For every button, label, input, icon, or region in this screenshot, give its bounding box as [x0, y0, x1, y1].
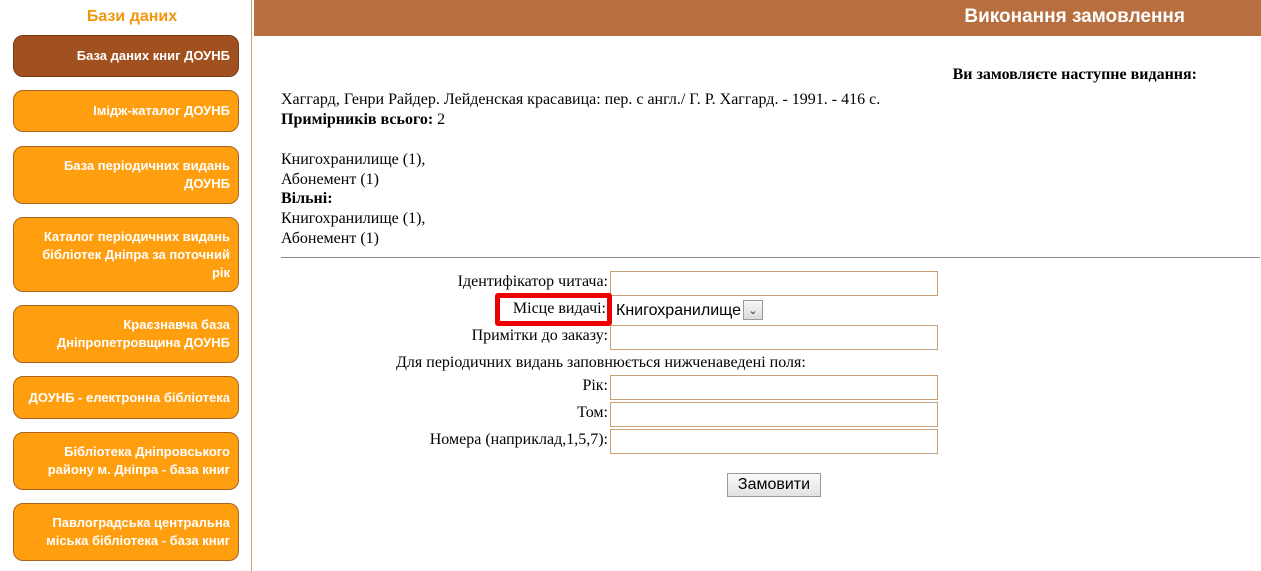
volume-label: Том: [577, 404, 608, 421]
sidebar-item-image-catalog[interactable]: Імідж-каталог ДОУНБ [13, 90, 239, 132]
pickup-select[interactable]: Книгохранилище ⌄ [610, 298, 764, 322]
sidebar-item-label: Бібліотека Дніпровського району м. Дніпр… [47, 444, 230, 477]
sidebar-item-label: База даних книг ДОУНБ [76, 48, 230, 63]
volume-input[interactable] [610, 402, 938, 427]
submit-order-button[interactable]: Замовити [727, 473, 821, 497]
numbers-input[interactable] [610, 429, 938, 454]
year-label: Рік: [582, 377, 608, 394]
sidebar-item-label: Краєзнавча база Дніпропетровщина ДОУНБ [56, 317, 230, 350]
divider [281, 257, 1260, 258]
sidebar-item-pavlohrad-library[interactable]: Павлоградська центральна міська бібліоте… [13, 503, 239, 561]
sidebar-title: Бази даних [86, 8, 178, 25]
sidebar-item-dniprovsky-library[interactable]: Бібліотека Дніпровського району м. Дніпр… [13, 432, 239, 490]
free-label: Вільні: [281, 190, 333, 207]
sidebar-item-periodicals-db[interactable]: База періодичних видань ДОУНБ [13, 146, 239, 204]
sidebar-item-books-db[interactable]: База даних книг ДОУНБ [13, 35, 239, 77]
reader-id-input[interactable] [610, 271, 938, 296]
sidebar-item-e-library[interactable]: ДОУНБ - електронна бібліотека [13, 376, 239, 419]
year-input[interactable] [610, 375, 938, 400]
location-line: Абонемент (1) [281, 171, 379, 188]
periodical-note: Для періодичних видань заповнюється нижч… [396, 354, 806, 371]
chevron-down-icon[interactable]: ⌄ [743, 300, 764, 320]
book-citation: Хаггард, Генри Райдер. Лейденская красав… [281, 91, 881, 108]
copies-label: Примірників всього: [281, 111, 434, 128]
notes-input[interactable] [610, 325, 938, 350]
highlight-box [495, 293, 612, 326]
copies-value: 2 [437, 111, 446, 128]
free-location-line: Абонемент (1) [281, 230, 379, 247]
sidebar-item-periodicals-catalog[interactable]: Каталог періодичних видань бібліотек Дні… [13, 217, 239, 292]
copies-total: Примірників всього: 2 [281, 110, 445, 130]
sidebar-item-label: База періодичних видань ДОУНБ [63, 158, 230, 191]
numbers-label: Номера (наприклад,1,5,7): [429, 431, 608, 448]
notes-label: Примітки до заказу: [471, 327, 608, 344]
sidebar-item-local-history-db[interactable]: Краєзнавча база Дніпропетровщина ДОУНБ [13, 305, 239, 363]
page-title: Виконання замовлення [964, 6, 1185, 27]
sidebar: Бази даних База даних книг ДОУНБ Імідж-к… [0, 0, 252, 571]
order-heading: Ви замовляєте наступне видання: [952, 66, 1197, 83]
free-location-line: Книгохранилище (1), [281, 210, 426, 227]
pickup-selected-value: Книгохранилище [616, 302, 742, 319]
sidebar-item-label: Павлоградська центральна міська бібліоте… [46, 515, 230, 548]
sidebar-item-label: Каталог періодичних видань бібліотек Дні… [42, 228, 230, 280]
location-line: Книгохранилище (1), [281, 151, 426, 168]
sidebar-item-label: ДОУНБ - електронна бібліотека [28, 389, 230, 405]
reader-id-label: Ідентифікатор читача: [457, 273, 608, 290]
page-header: Виконання замовлення [254, 0, 1261, 36]
sidebar-item-label: Імідж-каталог ДОУНБ [93, 103, 230, 118]
